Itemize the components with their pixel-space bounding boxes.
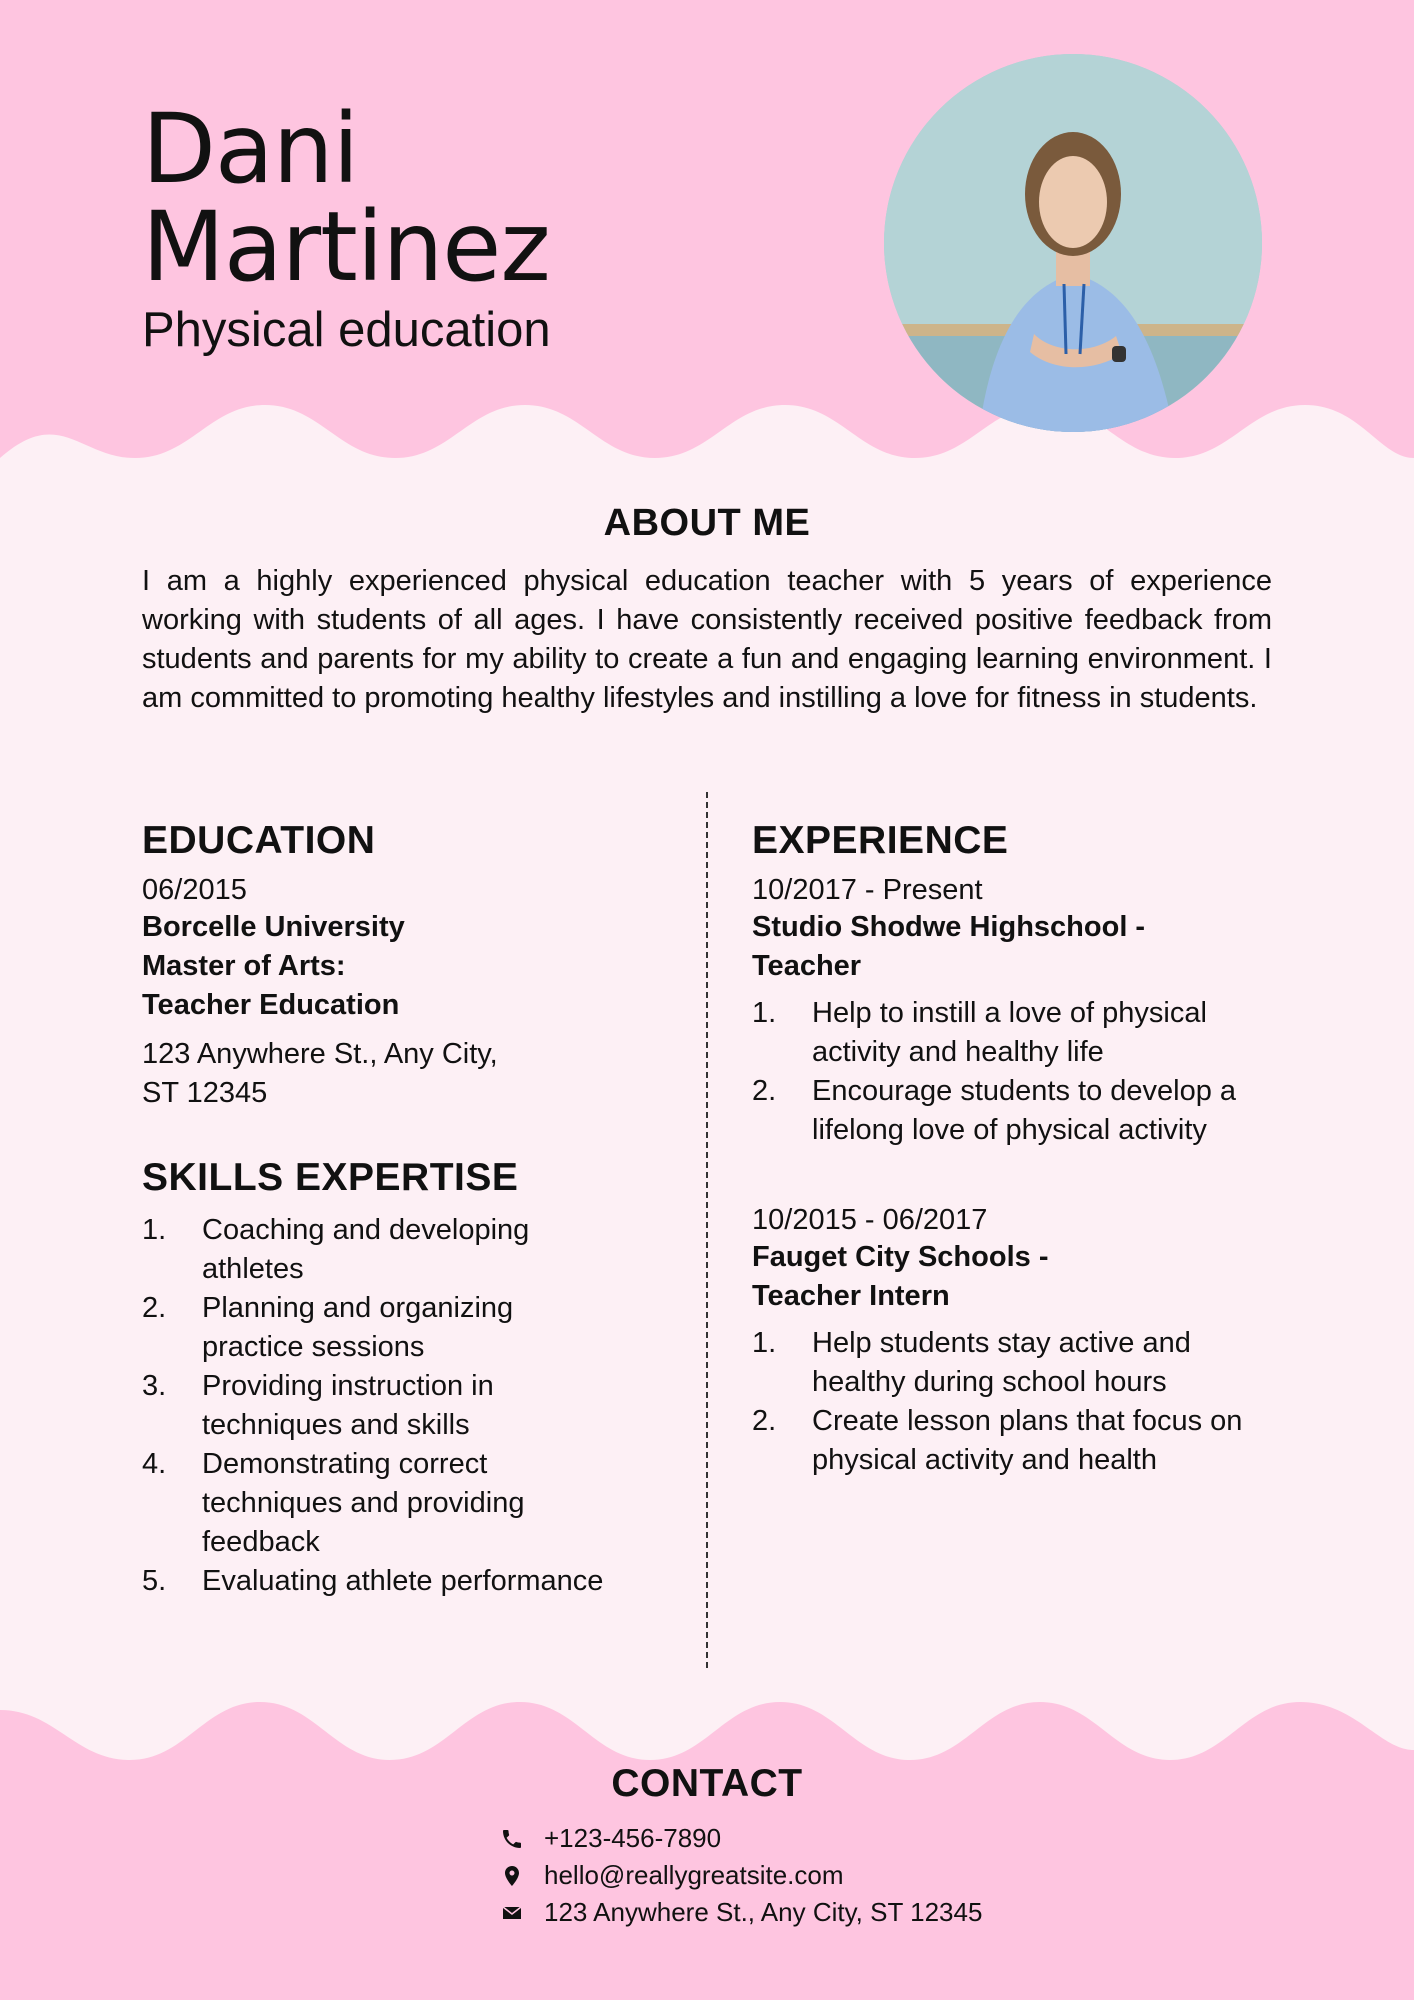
experience-org-line1: Fauget City Schools - (752, 1241, 1049, 1273)
education-date: 06/2015 (142, 874, 247, 906)
list-item: 5. Evaluating athlete performance (142, 1562, 612, 1601)
education-degree-line2: Teacher Education (142, 989, 400, 1021)
contact-heading: CONTACT (611, 1762, 803, 1805)
last-name: Martinez (142, 191, 551, 303)
list-number: 2. (752, 1405, 777, 1437)
list-number: 2. (142, 1292, 167, 1324)
contact-list: +123-456-7890 hello@reallygreatsite.com … (500, 1820, 982, 1931)
profile-photo (884, 54, 1262, 432)
list-item: 2. Create lesson plans that focus on phys… (752, 1402, 1272, 1480)
list-text: Help to instill a love of physical activ… (812, 997, 1207, 1068)
experience-org-line1: Studio Shodwe Highschool - (752, 911, 1146, 943)
column-divider (706, 792, 708, 1668)
contact-address-row: 123 Anywhere St., Any City, ST 12345 (500, 1894, 982, 1931)
about-me-heading: ABOUT ME (603, 502, 811, 544)
education-degree-line1: Master of Arts: (142, 950, 346, 982)
experience-entry: 10/2017 - Present Studio Shodwe Highscho… (752, 872, 1272, 1150)
list-item: 2. Planning and organizing practice sessi… (142, 1289, 612, 1367)
experience-org-line2: Teacher (752, 950, 862, 982)
list-item: 2. Encourage students to develop a lifelo… (752, 1072, 1272, 1150)
list-item: 1. Help to instill a love of physical act… (752, 994, 1272, 1072)
job-title: Physical education (142, 303, 551, 357)
about-me-paragraph: I am a highly experienced physical educa… (142, 565, 1272, 714)
phone-icon (500, 1826, 544, 1852)
skills-list: 1. Coaching and developing athletes 2. Pla… (142, 1211, 612, 1601)
education-school: Borcelle University (142, 911, 405, 943)
list-number: 2. (752, 1075, 777, 1107)
list-number: 1. (752, 997, 777, 1029)
list-text: Planning and organizing practice session… (202, 1292, 514, 1363)
list-item: 3. Providing instruction in techniques an… (142, 1367, 612, 1445)
left-column: EDUCATION 06/2015 Borcelle University Ma… (142, 816, 612, 1601)
experience-org-line2: Teacher Intern (752, 1280, 950, 1312)
experience-heading: EXPERIENCE (752, 819, 1009, 862)
list-item: 1. Help students stay active and healthy … (752, 1324, 1272, 1402)
contact-email-row: hello@reallygreatsite.com (500, 1857, 982, 1894)
education-address-line2: ST 12345 (142, 1077, 268, 1109)
list-number: 1. (752, 1327, 777, 1359)
experience-duties: 1. Help to instill a love of physical act… (752, 994, 1272, 1150)
list-text: Evaluating athlete performance (202, 1565, 604, 1597)
education-address-line1: 123 Anywhere St., Any City, (142, 1038, 498, 1070)
contact-phone-row: +123-456-7890 (500, 1820, 982, 1857)
list-number: 5. (142, 1565, 167, 1597)
list-number: 4. (142, 1448, 167, 1480)
first-name: Dani (142, 93, 359, 205)
skills-heading: SKILLS EXPERTISE (142, 1156, 519, 1199)
list-text: Encourage students to develop a lifelong… (812, 1075, 1237, 1146)
location-pin-icon (500, 1863, 544, 1889)
contact-email[interactable]: hello@reallygreatsite.com (544, 1857, 844, 1894)
experience-date: 10/2015 - 06/2017 (752, 1204, 988, 1236)
contact-address: 123 Anywhere St., Any City, ST 12345 (544, 1897, 983, 1927)
experience-duties: 1. Help students stay active and healthy … (752, 1324, 1272, 1480)
list-text: Providing instruction in techniques and … (202, 1370, 494, 1441)
list-item: 1. Coaching and developing athletes (142, 1211, 612, 1289)
list-text: Help students stay active and healthy du… (812, 1327, 1191, 1398)
contact-phone[interactable]: +123-456-7890 (544, 1820, 721, 1857)
list-item: 4. Demonstrating correct techniques and p… (142, 1445, 612, 1562)
list-number: 3. (142, 1370, 167, 1402)
mail-icon (500, 1900, 544, 1926)
list-text: Demonstrating correct techniques and pro… (202, 1448, 525, 1558)
education-heading: EDUCATION (142, 819, 376, 862)
list-text: Create lesson plans that focus on physic… (812, 1405, 1243, 1476)
full-name: Dani Martinez (142, 93, 551, 303)
experience-entry: 10/2015 - 06/2017 Fauget City Schools - … (752, 1202, 1272, 1480)
right-column: EXPERIENCE 10/2017 - Present Studio Shod… (752, 816, 1272, 1480)
experience-date: 10/2017 - Present (752, 874, 983, 906)
list-text: Coaching and developing athletes (202, 1214, 530, 1285)
list-number: 1. (142, 1214, 167, 1246)
